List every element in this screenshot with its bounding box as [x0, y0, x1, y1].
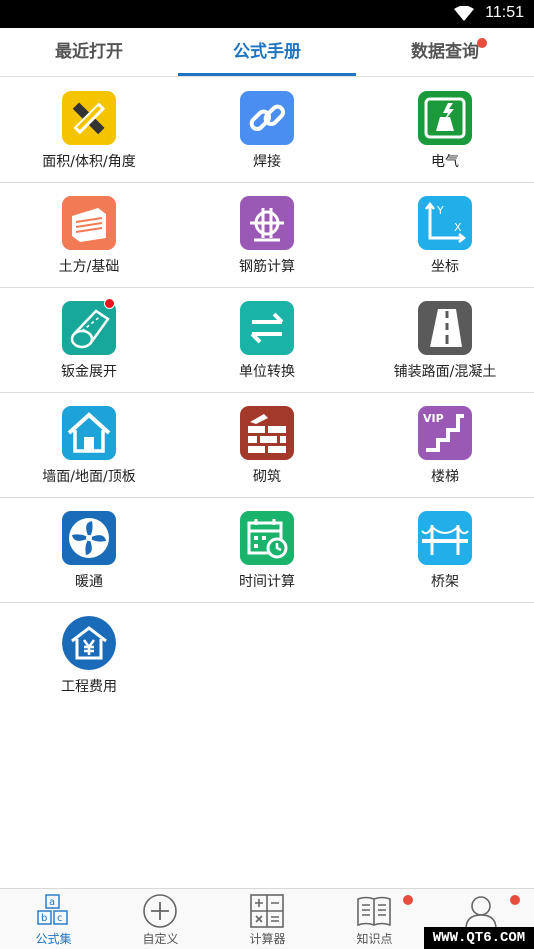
category-label: 单位转换 [239, 364, 295, 380]
category-stairs[interactable]: VIP 楼梯 [356, 393, 534, 497]
category-label: 铺装路面/混凝土 [393, 364, 497, 380]
category-label: 钣金展开 [61, 364, 117, 380]
category-wall-floor-ceiling[interactable]: 墙面/地面/顶板 [0, 393, 178, 497]
bridge-icon [418, 511, 472, 565]
nav-calculator[interactable]: 计算器 [214, 889, 321, 949]
book-icon [357, 896, 391, 927]
nav-custom[interactable]: 自定义 [107, 889, 214, 949]
nav-label: 计算器 [249, 932, 286, 946]
nav-label: 知识点 [356, 932, 393, 946]
category-time-calculation[interactable]: 时间计算 [178, 498, 356, 602]
formula-category-grid: 面积/体积/角度 焊接 电气 土方/基础 钢筋计算 Y X 坐标 钣金展开 单位… [0, 78, 534, 708]
top-tab-bar: 最近打开 公式手册 数据查询 [0, 28, 534, 77]
category-pavement-concrete[interactable]: 铺装路面/混凝土 [356, 288, 534, 392]
notification-dot [510, 895, 520, 905]
category-label: 土方/基础 [58, 259, 120, 275]
svg-text:c: c [57, 913, 63, 924]
category-sheet-metal[interactable]: 钣金展开 [0, 288, 178, 392]
rebar-icon [240, 196, 294, 250]
svg-text:a: a [49, 897, 55, 908]
category-masonry[interactable]: 砌筑 [178, 393, 356, 497]
grid-row: 工程费用 [0, 603, 534, 708]
yen-house-icon [62, 616, 116, 670]
y-axis-label: Y [436, 204, 444, 217]
nav-label: 公式集 [35, 932, 72, 946]
category-cable-tray[interactable]: 桥架 [356, 498, 534, 602]
nav-knowledge[interactable]: 知识点 [321, 889, 428, 949]
tab-recent[interactable]: 最近打开 [0, 28, 178, 76]
watermark: WWW.QT6.COM [424, 927, 534, 949]
x-axis-label: X [454, 221, 462, 234]
calendar-clock-icon [240, 511, 294, 565]
category-coordinate[interactable]: Y X 坐标 [356, 183, 534, 287]
tab-formula-manual[interactable]: 公式手册 [178, 28, 356, 76]
category-label: 电气 [431, 154, 459, 170]
category-earthwork-foundation[interactable]: 土方/基础 [0, 183, 178, 287]
grid-row: 暖通 时间计算 桥架 [0, 498, 534, 603]
active-tab-indicator [178, 73, 356, 76]
category-label: 桥架 [431, 574, 459, 590]
category-label: 焊接 [253, 154, 281, 170]
category-area-volume-angle[interactable]: 面积/体积/角度 [0, 78, 178, 182]
grid-row: 钣金展开 单位转换 铺装路面/混凝土 [0, 288, 534, 393]
stairs-vip-icon: VIP [418, 406, 472, 460]
category-electrical[interactable]: 电气 [356, 78, 534, 182]
tab-data-query-label: 数据查询 [411, 42, 479, 62]
category-label: 时间计算 [239, 574, 295, 590]
category-hvac[interactable]: 暖通 [0, 498, 178, 602]
category-label: 暖通 [75, 574, 103, 590]
nav-label: 自定义 [142, 932, 179, 946]
category-label: 钢筋计算 [239, 259, 295, 275]
category-engineering-cost[interactable]: 工程费用 [0, 603, 178, 707]
road-icon [418, 301, 472, 355]
category-label: 面积/体积/角度 [42, 154, 136, 170]
tab-data-query[interactable]: 数据查询 [356, 28, 534, 76]
status-bar: 11:51 [0, 0, 534, 28]
electric-plug-icon [418, 91, 472, 145]
status-time: 11:51 [485, 4, 524, 21]
notification-dot [477, 38, 487, 48]
ruler-pencil-icon [62, 91, 116, 145]
plus-circle-icon [143, 894, 177, 928]
grid-row: 墙面/地面/顶板 砌筑 VIP 楼梯 [0, 393, 534, 498]
chain-link-icon [240, 91, 294, 145]
category-label: 楼梯 [431, 469, 459, 485]
category-welding[interactable]: 焊接 [178, 78, 356, 182]
earthwork-icon [62, 196, 116, 250]
sheet-metal-icon [62, 301, 116, 355]
abc-blocks-icon: ab c [37, 894, 68, 925]
wifi-icon [454, 6, 474, 21]
svg-text:b: b [41, 913, 47, 924]
category-label: 墙面/地面/顶板 [42, 469, 136, 485]
coordinate-axes-icon: Y X [418, 196, 472, 250]
notification-dot [104, 298, 115, 309]
brick-wall-icon [240, 406, 294, 460]
calculator-icon [250, 894, 284, 928]
profile-icon [465, 896, 497, 929]
category-rebar[interactable]: 钢筋计算 [178, 183, 356, 287]
grid-row: 面积/体积/角度 焊接 电气 [0, 78, 534, 183]
grid-row: 土方/基础 钢筋计算 Y X 坐标 [0, 183, 534, 288]
category-label: 砌筑 [253, 469, 281, 485]
category-unit-conversion[interactable]: 单位转换 [178, 288, 356, 392]
nav-formula-set[interactable]: abc 公式集 [0, 889, 107, 949]
fan-icon [62, 511, 116, 565]
vip-text: VIP [423, 412, 444, 425]
category-label: 坐标 [431, 259, 459, 275]
notification-dot [403, 895, 413, 905]
category-label: 工程费用 [61, 679, 117, 695]
house-icon [62, 406, 116, 460]
convert-arrows-icon [240, 301, 294, 355]
